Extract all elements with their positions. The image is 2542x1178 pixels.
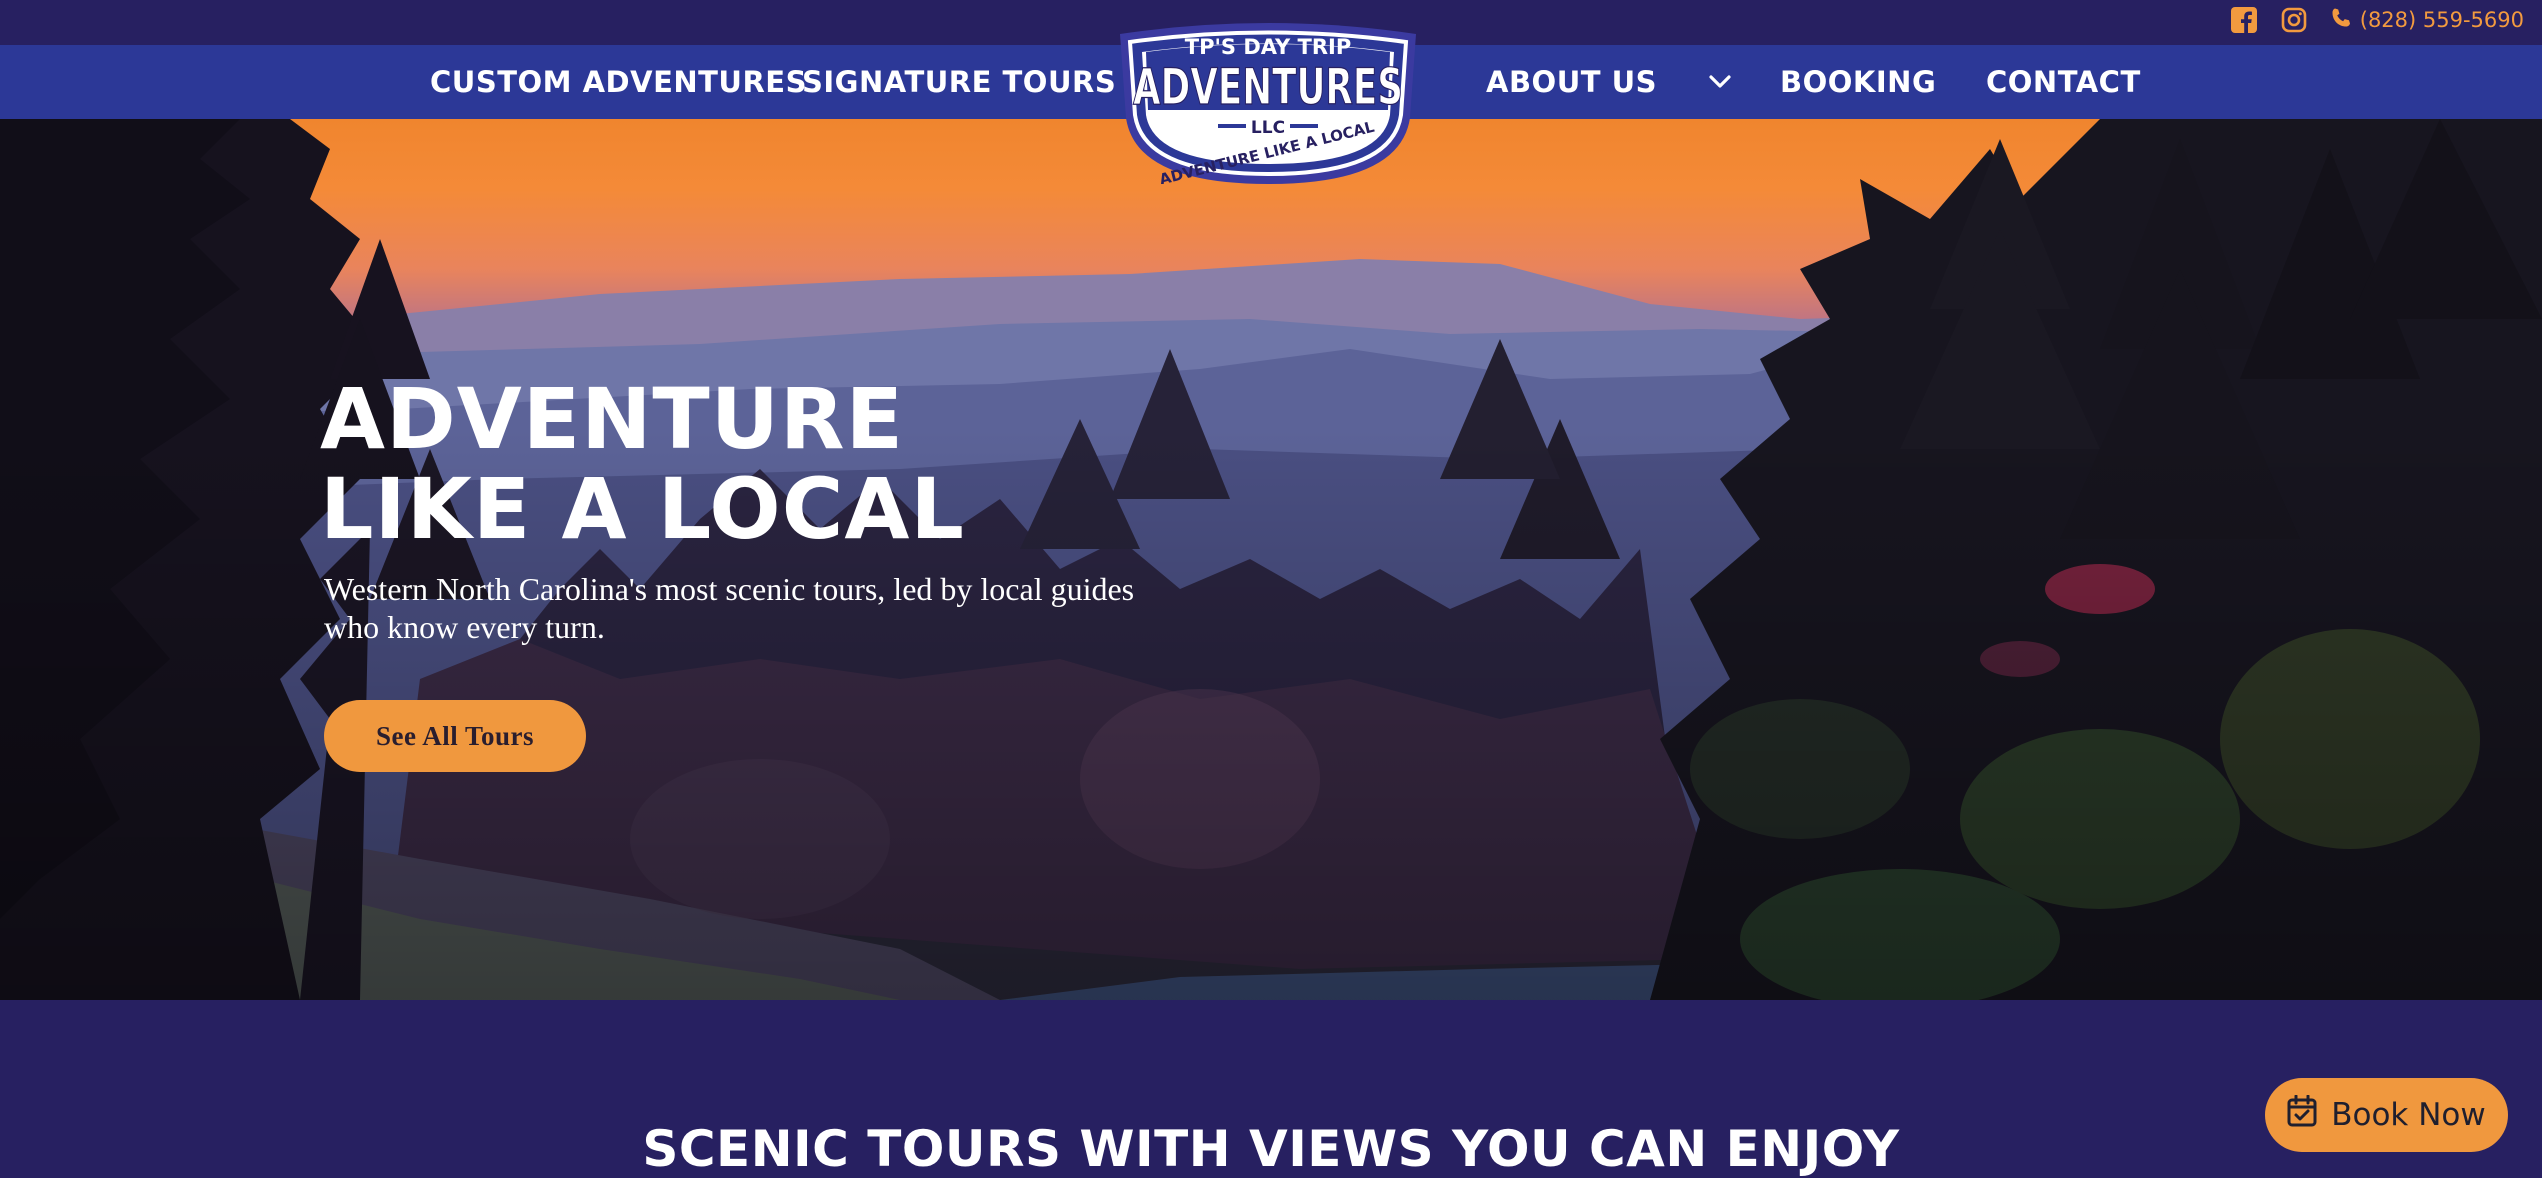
nav-signature-tours[interactable]: SIGNATURE TOURS — [802, 45, 1116, 119]
logo-main-text: ADVENTURES — [1133, 58, 1403, 116]
chevron-down-icon[interactable] — [1709, 75, 1731, 89]
phone-link[interactable]: (828) 559-5690 — [2330, 7, 2524, 34]
facebook-icon[interactable] — [2230, 6, 2258, 34]
hero-background-image — [0, 119, 2542, 1000]
nav-about-us-label: ABOUT US — [1486, 65, 1658, 99]
nav-custom-adventures[interactable]: CUSTOM ADVENTURES — [430, 45, 807, 119]
phone-icon — [2330, 7, 2352, 34]
phone-number: (828) 559-5690 — [2359, 8, 2524, 32]
social-contact-group: (828) 559-5690 — [2230, 0, 2524, 40]
section-title: SCENIC TOURS WITH VIEWS YOU CAN ENJOY — [642, 1120, 1900, 1178]
nav-contact[interactable]: CONTACT — [1986, 45, 2141, 119]
book-now-button[interactable]: Book Now — [2265, 1078, 2508, 1152]
logo-llc-text: LLC — [1251, 118, 1285, 138]
instagram-icon[interactable] — [2280, 6, 2308, 34]
nav-booking[interactable]: BOOKING — [1780, 45, 1936, 119]
site-logo[interactable]: TP'S DAY TRIP ADVENTURES LLC ADVENTURE L… — [1100, 18, 1436, 189]
hero-subtitle: Western North Carolina's most scenic tou… — [324, 571, 1135, 645]
see-all-tours-button[interactable]: See All Tours — [324, 700, 586, 772]
nav-about-us[interactable]: ABOUT US — [1486, 45, 1731, 119]
hero-title: ADVENTURE LIKE A LOCAL — [320, 370, 965, 558]
book-now-label: Book Now — [2331, 1097, 2486, 1133]
hero-section: ADVENTURE LIKE A LOCAL Western North Car… — [0, 119, 2542, 1000]
calendar-check-icon — [2287, 1094, 2317, 1135]
logo-top-text: TP'S DAY TRIP — [1185, 35, 1351, 59]
